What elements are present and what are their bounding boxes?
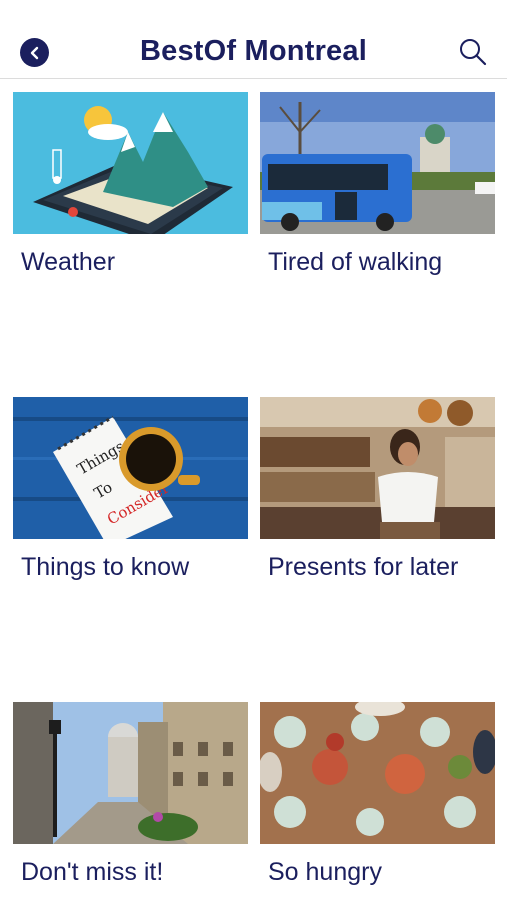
card-label: Presents for later	[268, 553, 459, 581]
card-label: Weather	[21, 248, 116, 276]
things-to-consider-notepad-photo: Things To Consider	[13, 397, 248, 539]
card-tired-of-walking[interactable]: Tired of walking	[260, 92, 496, 277]
market-shop-photo	[260, 397, 495, 539]
card-weather[interactable]: Weather	[13, 92, 249, 277]
card-so-hungry[interactable]: So hungry	[260, 702, 496, 887]
search-button[interactable]	[458, 37, 488, 67]
app-header: BestOf Montreal	[0, 0, 507, 79]
card-label: Don't miss it!	[21, 858, 164, 886]
city-bus-photo	[260, 92, 495, 234]
shared-meal-table-photo	[260, 702, 495, 844]
card-label: Things to know	[21, 553, 190, 581]
weather-tablet-illustration	[13, 92, 248, 234]
page-title: BestOf Montreal	[140, 35, 367, 67]
card-presents-for-later[interactable]: Presents for later	[260, 397, 496, 582]
search-icon	[460, 39, 487, 66]
card-label: Tired of walking	[268, 248, 443, 276]
card-label: So hungry	[268, 858, 382, 886]
old-montreal-street-photo	[13, 702, 248, 844]
card-dont-miss-it[interactable]: Don't miss it!	[13, 702, 249, 887]
card-things-to-know[interactable]: Things To Consider Things to know	[13, 397, 249, 582]
